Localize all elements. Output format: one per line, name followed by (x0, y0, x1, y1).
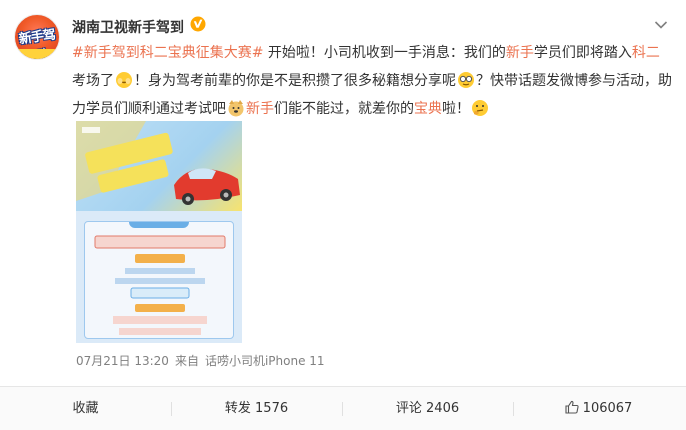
glasses-face-emoji-icon (458, 72, 474, 88)
like-button[interactable]: 106067 (513, 387, 684, 430)
doge-emoji-icon (228, 100, 244, 117)
post-image-thumbnail[interactable] (76, 121, 242, 343)
poster-decoration-icon (94, 222, 226, 335)
avatar[interactable]: 新手驾到 (14, 14, 60, 60)
post-text-segment: 学员们即将踏入 (533, 45, 632, 61)
post-text-segment: 们能不能过，就差你的 (274, 101, 414, 117)
source-device: 话唠小司机iPhone 11 (204, 354, 325, 368)
post-text-segment: 考场了 (72, 73, 114, 89)
post-text-segment: 啦！ (442, 101, 470, 117)
source-label: 来自 (174, 354, 199, 368)
topic-tag-link[interactable]: #新手驾到科二宝典征集大赛# (72, 45, 263, 61)
keyword-highlight: 宝典 (414, 101, 442, 117)
post-text: #新手驾到科二宝典征集大赛# 开始啦！小司机收到一手消息：我们的新手学员们即将踏… (72, 39, 672, 123)
repost-button[interactable]: 转发 1576 (171, 387, 342, 430)
post-meta: 07月21日 13:20 来自 话唠小司机iPhone 11 (76, 352, 331, 369)
post-text-segment: ！身为驾考前辈的你是不是积攒了很多秘籍想分享呢 (134, 73, 456, 89)
verified-icon (190, 16, 206, 32)
avatar-stripe (15, 49, 59, 59)
post-text-segment: 开始啦！小司机收到一手消息：我们的 (263, 45, 506, 61)
chevron-down-icon[interactable] (654, 20, 668, 30)
action-bar: 收藏 转发 1576 评论 2406 106067 (0, 386, 686, 430)
weibo-post-card: 新手驾到 湖南卫视新手驾到 #新手驾到科二宝典征集大赛# 开始啦！小司机收到一手… (0, 0, 686, 430)
poster-activity-panel (84, 221, 234, 339)
favorite-button[interactable]: 收藏 (0, 387, 171, 430)
user-name-link[interactable]: 湖南卫视新手驾到 (72, 17, 184, 37)
like-count: 106067 (582, 401, 633, 416)
keyword-highlight: 新手 (505, 45, 534, 61)
post-timestamp-link[interactable]: 07月21日 13:20 (76, 354, 169, 368)
keyword-highlight: 科二 (631, 45, 660, 61)
red-car-illustration-icon (76, 121, 240, 205)
comment-button[interactable]: 评论 2406 (342, 387, 513, 430)
thumbs-up-icon (565, 400, 579, 414)
hiding-face-emoji-icon (116, 72, 132, 88)
keyword-highlight: 新手 (246, 101, 274, 117)
thinking-face-emoji-icon (472, 100, 488, 116)
